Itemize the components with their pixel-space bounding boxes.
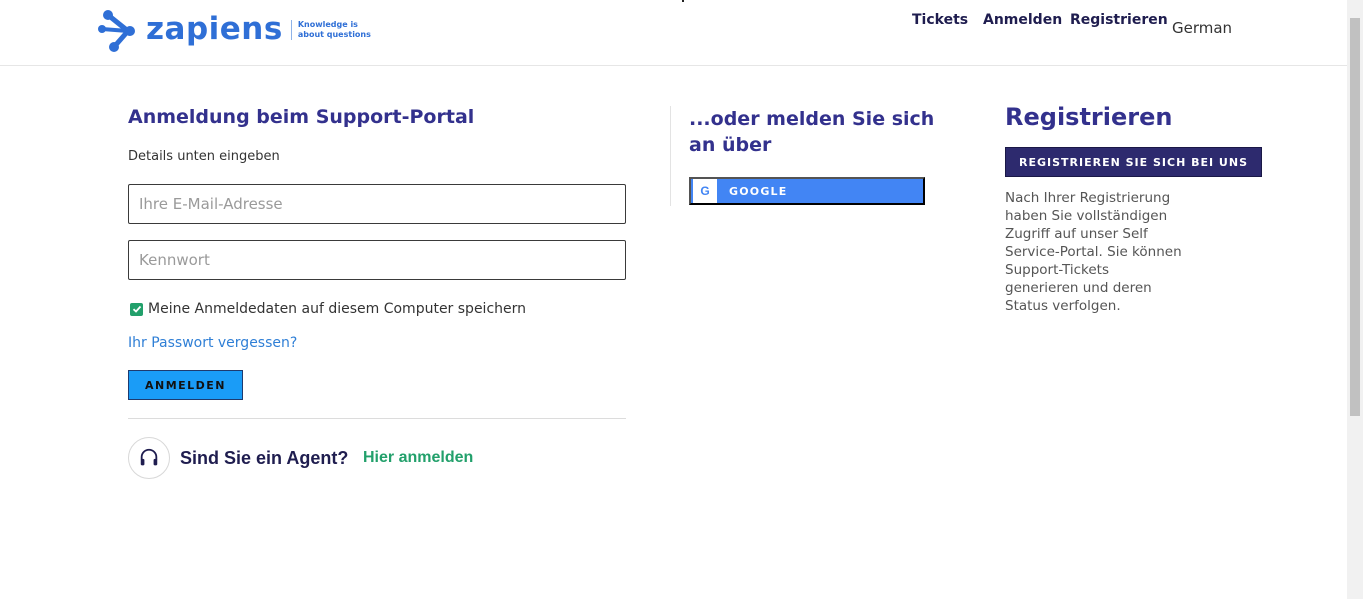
logo-tagline: Knowledge is about questions xyxy=(290,20,371,40)
login-divider xyxy=(128,418,626,419)
agent-login-link[interactable]: Hier anmelden xyxy=(363,449,473,467)
forgot-password-link[interactable]: Ihr Passwort vergessen? xyxy=(128,335,297,351)
logo-tagline-line-2: about questions xyxy=(297,30,371,39)
register-description: Nach Ihrer Registrierung haben Sie volls… xyxy=(1005,190,1182,314)
register-button[interactable]: REGISTRIEREN SIE SICH BEI UNS xyxy=(1005,147,1262,177)
zapiens-logo-icon xyxy=(98,10,135,52)
remember-me[interactable]: Meine Anmeldedaten auf diesem Computer s… xyxy=(130,301,526,317)
login-button[interactable]: ANMELDEN xyxy=(128,370,243,400)
language-selector[interactable]: German xyxy=(1172,19,1232,37)
social-login-title: ...oder melden Sie sich an über xyxy=(689,108,935,156)
page-scrollbar[interactable] xyxy=(1347,0,1363,599)
zapiens-logo[interactable]: zapiens Knowledge is about questions xyxy=(98,9,371,53)
top-edge-mark xyxy=(682,0,684,2)
site-header: zapiens Knowledge is about questions Tic… xyxy=(0,0,1347,66)
remember-label: Meine Anmeldedaten auf diesem Computer s… xyxy=(148,301,527,317)
logo-wordmark: zapiens xyxy=(146,11,283,47)
password-input[interactable] xyxy=(128,240,626,280)
headset-icon xyxy=(140,448,158,466)
google-label: GOOGLE xyxy=(729,184,788,198)
register-title: Registrieren xyxy=(1005,103,1173,131)
scrollbar-thumb[interactable] xyxy=(1350,18,1360,416)
nav-register[interactable]: Registrieren xyxy=(1070,12,1168,28)
login-title: Anmeldung beim Support-Portal xyxy=(128,106,475,128)
email-input[interactable] xyxy=(128,184,626,224)
nav-tickets[interactable]: Tickets xyxy=(912,12,968,28)
nav-login[interactable]: Anmelden xyxy=(983,12,1062,28)
google-login-button[interactable]: G GOOGLE xyxy=(689,177,925,205)
logo-tagline-line-1: Knowledge is xyxy=(297,20,358,29)
checkmark-icon xyxy=(132,305,141,313)
google-icon: G xyxy=(693,179,717,203)
agent-avatar xyxy=(128,437,170,479)
remember-checkbox[interactable] xyxy=(130,302,143,316)
login-subtitle: Details unten eingeben xyxy=(128,149,280,164)
agent-question: Sind Sie ein Agent? xyxy=(180,448,349,468)
column-divider xyxy=(670,106,671,206)
